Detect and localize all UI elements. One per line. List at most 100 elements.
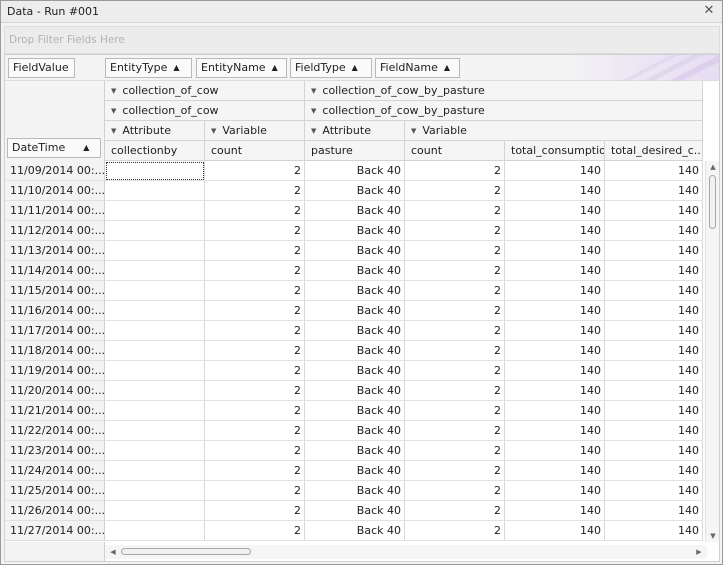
table-cell[interactable]: Back 40	[305, 401, 405, 421]
scroll-left-icon[interactable]: ◀	[107, 545, 119, 559]
table-cell[interactable]: 2	[405, 161, 505, 181]
collapse-triangle-icon[interactable]: ▼	[311, 82, 316, 100]
scroll-right-icon[interactable]: ▶	[693, 545, 705, 559]
table-cell[interactable]: 2	[405, 501, 505, 521]
table-cell[interactable]: 140	[505, 361, 605, 381]
column-header-fieldname[interactable]: collectionby	[105, 141, 205, 161]
table-cell[interactable]: 2	[205, 481, 305, 501]
table-cell[interactable]: 140	[605, 441, 703, 461]
table-cell[interactable]	[105, 441, 205, 461]
table-cell[interactable]: 140	[605, 501, 703, 521]
row-header-datetime[interactable]: 11/13/2014 00:...	[5, 241, 105, 261]
collapse-triangle-icon[interactable]: ▼	[111, 102, 116, 120]
table-cell[interactable]: 140	[505, 201, 605, 221]
table-cell[interactable]: 140	[505, 401, 605, 421]
row-header-datetime[interactable]: 11/27/2014 00:...	[5, 521, 105, 541]
table-cell[interactable]: 2	[405, 341, 505, 361]
table-cell[interactable]: 2	[205, 501, 305, 521]
column-header-fieldname[interactable]: total_consumption	[505, 141, 605, 161]
row-header-datetime[interactable]: 11/22/2014 00:...	[5, 421, 105, 441]
table-cell[interactable]: 2	[205, 301, 305, 321]
table-cell[interactable]: Back 40	[305, 181, 405, 201]
table-cell[interactable]: 2	[405, 261, 505, 281]
table-cell[interactable]: Back 40	[305, 421, 405, 441]
collapse-triangle-icon[interactable]: ▼	[211, 122, 216, 140]
row-header-datetime[interactable]: 11/20/2014 00:...	[5, 381, 105, 401]
table-cell[interactable]: 140	[605, 201, 703, 221]
table-cell[interactable]: 140	[505, 321, 605, 341]
table-cell[interactable]: 140	[505, 341, 605, 361]
field-button-fieldtype[interactable]: FieldType ▲	[290, 58, 372, 78]
field-button-entitytype[interactable]: EntityType ▲	[105, 58, 192, 78]
table-cell[interactable]: 2	[205, 521, 305, 541]
table-cell[interactable]	[105, 421, 205, 441]
table-cell[interactable]: Back 40	[305, 201, 405, 221]
field-button-entityname[interactable]: EntityName ▲	[196, 58, 287, 78]
table-cell[interactable]: 140	[505, 421, 605, 441]
table-cell[interactable]: 140	[605, 221, 703, 241]
table-cell[interactable]: 140	[605, 181, 703, 201]
table-cell[interactable]: 140	[505, 281, 605, 301]
field-button-datetime[interactable]: DateTime ▲	[7, 138, 101, 158]
column-header-entityname[interactable]: ▼ collection_of_cow	[105, 101, 305, 121]
table-cell[interactable]: 140	[605, 421, 703, 441]
table-cell[interactable]: 2	[205, 181, 305, 201]
table-cell[interactable]: 140	[605, 161, 703, 181]
table-cell[interactable]: 2	[205, 361, 305, 381]
table-cell[interactable]: 140	[605, 281, 703, 301]
column-header-entitytype[interactable]: ▼ collection_of_cow	[105, 81, 305, 101]
table-cell[interactable]	[105, 481, 205, 501]
row-header-datetime[interactable]: 11/12/2014 00:...	[5, 221, 105, 241]
vertical-scrollbar[interactable]: ▲ ▼	[705, 161, 719, 542]
table-cell[interactable]: 2	[205, 381, 305, 401]
row-header-datetime[interactable]: 11/09/2014 00:...	[5, 161, 105, 181]
collapse-triangle-icon[interactable]: ▼	[411, 122, 416, 140]
column-header-fieldname[interactable]: pasture	[305, 141, 405, 161]
table-cell[interactable]	[105, 301, 205, 321]
column-header-fieldtype[interactable]: ▼ Variable	[205, 121, 305, 141]
table-cell[interactable]: 2	[405, 401, 505, 421]
column-header-fieldtype[interactable]: ▼ Variable	[405, 121, 703, 141]
row-header-datetime[interactable]: 11/11/2014 00:...	[5, 201, 105, 221]
table-cell[interactable]	[105, 221, 205, 241]
filter-drop-area[interactable]: Drop Filter Fields Here	[4, 26, 720, 54]
collapse-triangle-icon[interactable]: ▼	[111, 122, 116, 140]
table-cell[interactable]: 140	[505, 481, 605, 501]
table-cell[interactable]: 140	[605, 401, 703, 421]
horizontal-scroll-thumb[interactable]	[121, 548, 251, 555]
table-cell[interactable]: 140	[605, 241, 703, 261]
table-cell[interactable]: 2	[405, 381, 505, 401]
table-cell[interactable]	[105, 161, 205, 181]
table-cell[interactable]: 140	[605, 321, 703, 341]
row-header-datetime[interactable]: 11/10/2014 00:...	[5, 181, 105, 201]
table-cell[interactable]	[105, 321, 205, 341]
table-cell[interactable]	[105, 281, 205, 301]
table-cell[interactable]: 140	[505, 441, 605, 461]
table-cell[interactable]	[105, 501, 205, 521]
row-header-datetime[interactable]: 11/23/2014 00:...	[5, 441, 105, 461]
table-cell[interactable]: Back 40	[305, 241, 405, 261]
table-cell[interactable]: Back 40	[305, 221, 405, 241]
table-cell[interactable]: 2	[405, 301, 505, 321]
table-cell[interactable]	[105, 201, 205, 221]
table-cell[interactable]	[105, 521, 205, 541]
column-header-fieldname[interactable]: total_desired_c...	[605, 141, 703, 161]
table-cell[interactable]: 2	[205, 161, 305, 181]
table-cell[interactable]: 140	[505, 461, 605, 481]
table-cell[interactable]: 140	[605, 361, 703, 381]
table-cell[interactable]: Back 40	[305, 281, 405, 301]
table-cell[interactable]	[105, 261, 205, 281]
table-cell[interactable]: 140	[505, 181, 605, 201]
table-cell[interactable]: 2	[205, 221, 305, 241]
table-cell[interactable]	[105, 461, 205, 481]
collapse-triangle-icon[interactable]: ▼	[311, 102, 316, 120]
table-cell[interactable]: 2	[205, 341, 305, 361]
table-cell[interactable]: 140	[505, 381, 605, 401]
table-cell[interactable]: Back 40	[305, 161, 405, 181]
scroll-down-icon[interactable]: ▼	[706, 530, 719, 542]
table-cell[interactable]: 2	[205, 281, 305, 301]
row-header-datetime[interactable]: 11/19/2014 00:...	[5, 361, 105, 381]
table-cell[interactable]: Back 40	[305, 321, 405, 341]
table-cell[interactable]	[105, 181, 205, 201]
table-cell[interactable]: 140	[505, 221, 605, 241]
